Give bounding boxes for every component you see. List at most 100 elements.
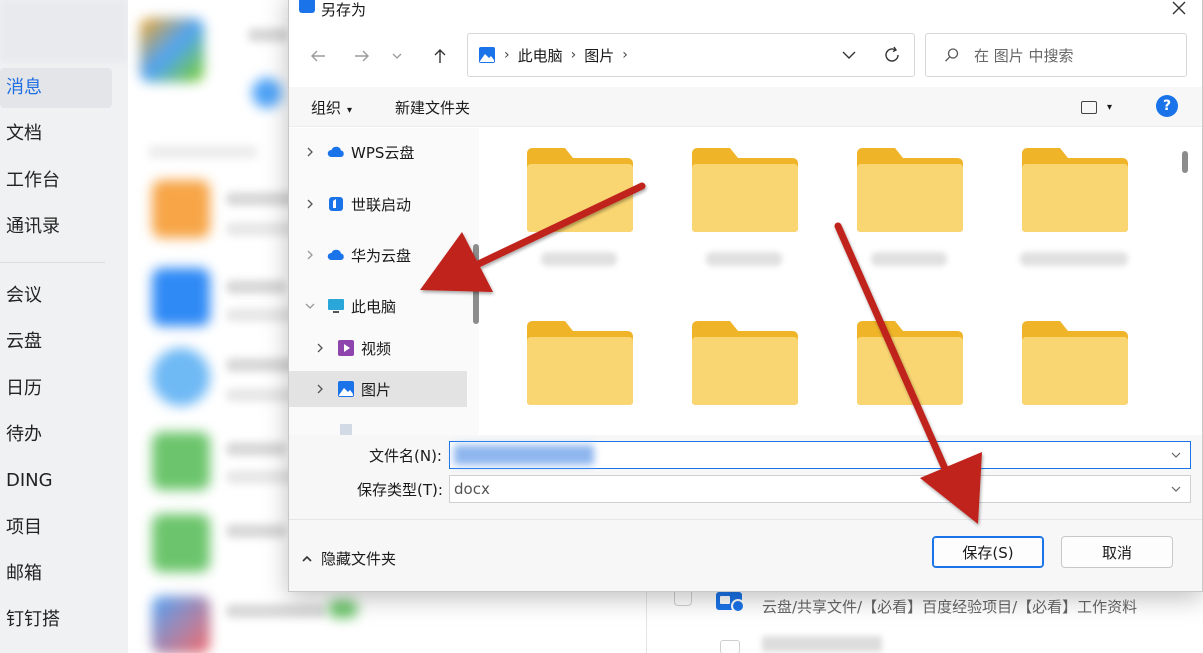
organize-menu[interactable]: 组织 ▾ bbox=[311, 97, 352, 118]
blurred-avatar bbox=[152, 348, 210, 406]
folder-name bbox=[1020, 252, 1128, 266]
nav-item-cloud[interactable]: 云盘 bbox=[0, 322, 112, 362]
breadcrumb-separator: › bbox=[622, 47, 628, 63]
filename-input[interactable] bbox=[449, 441, 1191, 469]
nav-item-todo[interactable]: 待办 bbox=[0, 415, 112, 455]
folder-icon bbox=[1022, 321, 1128, 405]
nav-item-contacts[interactable]: 通讯录 bbox=[0, 207, 112, 247]
blurred-avatar bbox=[152, 432, 210, 490]
forward-button[interactable] bbox=[347, 41, 377, 71]
filename-value-redacted bbox=[454, 445, 594, 465]
filetype-value: docx bbox=[454, 480, 490, 498]
folder-name bbox=[871, 252, 947, 266]
nav-item-project[interactable]: 项目 bbox=[0, 508, 112, 548]
chevron-up-icon bbox=[302, 555, 312, 562]
nav-item-docs[interactable]: 文档 bbox=[0, 114, 112, 154]
blurred-text bbox=[226, 604, 326, 618]
breadcrumb-this-pc[interactable]: 此电脑 bbox=[518, 45, 563, 66]
tree-item-huawei-cloud[interactable]: 华为云盘 bbox=[289, 237, 467, 273]
blurred-badge bbox=[328, 600, 358, 618]
filetype-select[interactable]: docx bbox=[449, 475, 1191, 503]
close-icon bbox=[1172, 1, 1186, 15]
arrow-left-icon bbox=[311, 50, 325, 62]
blurred-text bbox=[226, 524, 286, 538]
chevron-right-icon[interactable] bbox=[303, 197, 317, 211]
folder-icon bbox=[857, 321, 963, 405]
command-bar: 组织 ▾ 新建文件夹 ▾ ? bbox=[289, 87, 1202, 127]
app-icon bbox=[329, 197, 343, 211]
chevron-down-icon[interactable] bbox=[303, 299, 317, 313]
folder-icon bbox=[692, 321, 798, 405]
nav-item-builder[interactable]: 钉钉搭 bbox=[0, 600, 112, 640]
cancel-button[interactable]: 取消 bbox=[1061, 536, 1173, 568]
tree-label: 华为云盘 bbox=[351, 246, 412, 265]
dialog-title: 另存为 bbox=[321, 1, 367, 19]
view-layout-icon bbox=[1081, 100, 1097, 114]
app-icon bbox=[299, 0, 315, 13]
folder-item[interactable] bbox=[1020, 319, 1130, 407]
sidebar-divider bbox=[0, 262, 105, 263]
nav-item-meeting[interactable]: 会议 bbox=[0, 276, 112, 316]
folder-item[interactable] bbox=[690, 319, 800, 407]
folder-item[interactable] bbox=[855, 319, 965, 407]
chevron-right-icon[interactable] bbox=[313, 341, 327, 355]
tree-item-wps-cloud[interactable]: WPS云盘 bbox=[289, 134, 467, 170]
new-folder-button[interactable]: 新建文件夹 bbox=[395, 97, 470, 118]
folder-icon bbox=[527, 321, 633, 405]
chevron-down-icon[interactable] bbox=[840, 46, 858, 64]
tree-label: 世联启动 bbox=[351, 195, 412, 214]
folder-item[interactable] bbox=[690, 146, 800, 266]
tree-label: 视频 bbox=[361, 339, 392, 358]
chevron-down-icon[interactable] bbox=[1170, 483, 1182, 495]
folder-item[interactable] bbox=[855, 146, 965, 266]
tree-item-this-pc[interactable]: 此电脑 bbox=[289, 288, 467, 324]
close-button[interactable] bbox=[1156, 0, 1202, 25]
arrow-up-icon bbox=[434, 49, 446, 63]
help-button[interactable]: ? bbox=[1156, 95, 1178, 117]
navigation-scrollbar[interactable] bbox=[473, 244, 479, 324]
blurred-text bbox=[248, 28, 288, 42]
blurred-text bbox=[226, 442, 286, 456]
nav-item-ding[interactable]: DING bbox=[0, 461, 112, 501]
folder-item[interactable] bbox=[525, 146, 635, 266]
tree-item-partial[interactable] bbox=[289, 414, 467, 435]
file-list bbox=[489, 128, 1189, 433]
up-button[interactable] bbox=[425, 41, 455, 71]
view-options-button[interactable]: ▾ bbox=[1081, 95, 1121, 119]
folder-item[interactable] bbox=[1020, 146, 1130, 266]
video-icon bbox=[338, 340, 354, 356]
search-input[interactable]: 在 图片 中搜索 bbox=[925, 33, 1187, 77]
breadcrumb-pictures[interactable]: 图片 bbox=[584, 45, 614, 66]
shared-folder-icon bbox=[716, 592, 745, 613]
tree-label: 图片 bbox=[361, 380, 392, 399]
folder-item[interactable] bbox=[525, 319, 635, 407]
folder-icon bbox=[857, 148, 963, 232]
tree-item-shilian[interactable]: 世联启动 bbox=[289, 186, 467, 222]
file-list-scrollbar[interactable] bbox=[1182, 151, 1188, 173]
refresh-icon[interactable] bbox=[882, 45, 902, 65]
save-button[interactable]: 保存(S) bbox=[932, 536, 1044, 568]
back-button[interactable] bbox=[303, 41, 333, 71]
nav-item-messages[interactable]: 消息 bbox=[0, 68, 112, 108]
address-bar[interactable]: › 此电脑 › 图片 › bbox=[467, 33, 915, 77]
tree-item-videos[interactable]: 视频 bbox=[289, 330, 467, 366]
hide-folders-toggle[interactable]: 隐藏文件夹 bbox=[301, 548, 396, 569]
recent-locations-button[interactable] bbox=[387, 41, 407, 71]
blurred-avatar bbox=[152, 268, 210, 326]
chevron-right-icon[interactable] bbox=[313, 382, 327, 396]
tree-item-pictures[interactable]: 图片 bbox=[289, 371, 467, 407]
organize-label: 组织 bbox=[311, 99, 342, 117]
arrow-right-icon bbox=[355, 50, 369, 62]
chevron-right-icon[interactable] bbox=[303, 248, 317, 262]
nav-item-workbench[interactable]: 工作台 bbox=[0, 161, 112, 201]
filetype-label: 保存类型(T): bbox=[357, 481, 443, 499]
row-checkbox[interactable] bbox=[720, 640, 740, 653]
folder-name bbox=[706, 252, 782, 266]
blurred-avatar bbox=[152, 180, 210, 238]
hide-folders-label: 隐藏文件夹 bbox=[321, 550, 397, 568]
nav-item-mail[interactable]: 邮箱 bbox=[0, 554, 112, 594]
chevron-down-icon[interactable] bbox=[1170, 449, 1182, 461]
nav-item-calendar[interactable]: 日历 bbox=[0, 369, 112, 409]
pictures-icon bbox=[338, 381, 354, 397]
chevron-right-icon[interactable] bbox=[303, 145, 317, 159]
